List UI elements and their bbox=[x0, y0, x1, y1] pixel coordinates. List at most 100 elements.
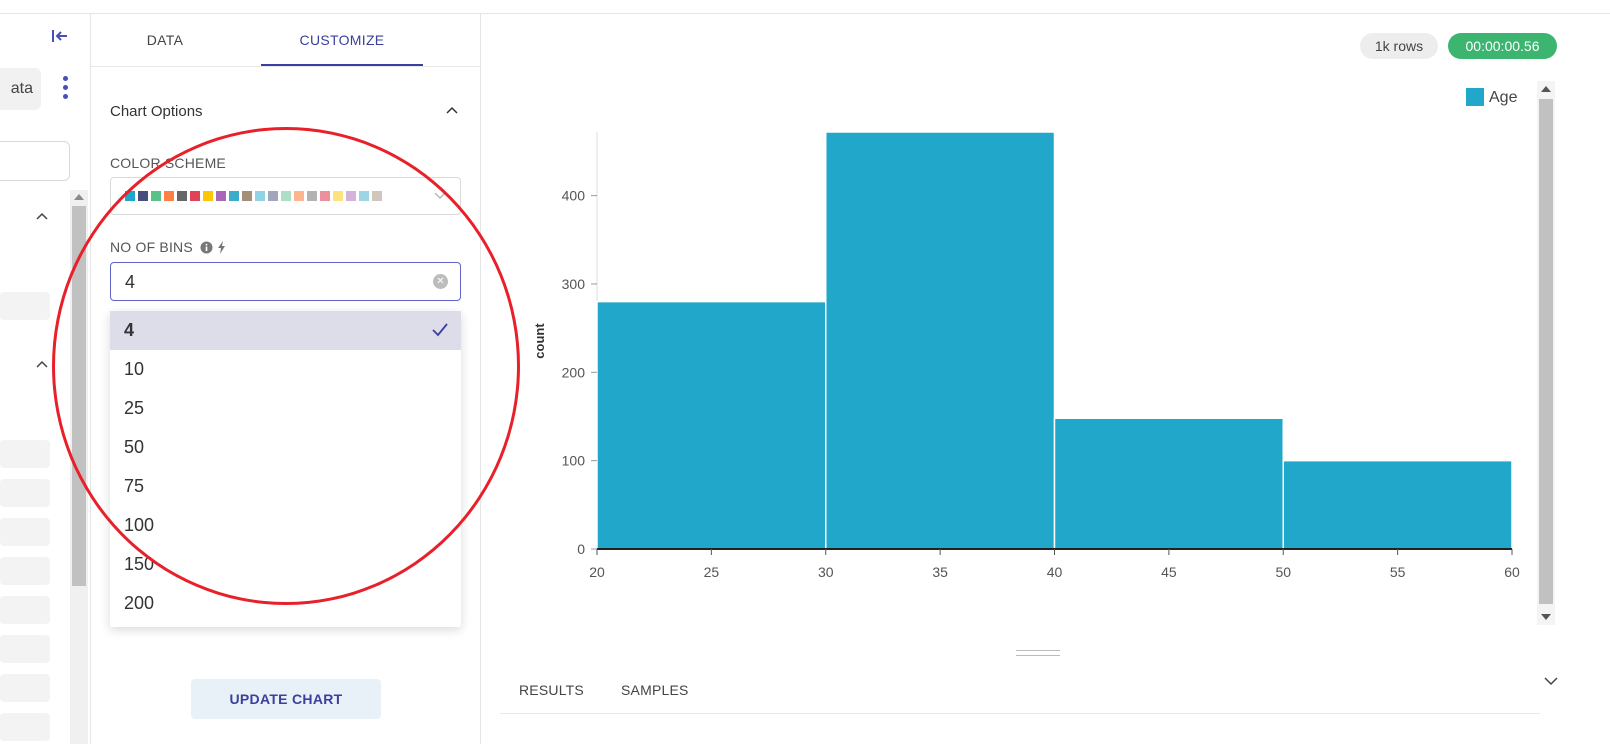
tab-samples[interactable]: SAMPLES bbox=[621, 682, 689, 698]
legend-swatch bbox=[1466, 88, 1484, 106]
chevron-up-icon[interactable] bbox=[36, 360, 48, 368]
collapse-panel-icon[interactable] bbox=[51, 28, 69, 44]
list-item[interactable] bbox=[0, 674, 50, 702]
color-swatch bbox=[294, 191, 304, 201]
list-item[interactable] bbox=[0, 518, 50, 546]
chart-options-title: Chart Options bbox=[110, 103, 203, 120]
color-swatch bbox=[151, 191, 161, 201]
x-tick-label: 30 bbox=[818, 564, 834, 580]
chevron-down-icon bbox=[434, 192, 446, 199]
tab-customize[interactable]: CUSTOMIZE bbox=[261, 14, 423, 66]
x-tick-label: 45 bbox=[1161, 564, 1177, 580]
settings-tabs: DATA CUSTOMIZE bbox=[91, 14, 480, 67]
color-swatch bbox=[372, 191, 382, 201]
bins-option-label: 200 bbox=[124, 593, 155, 613]
histogram-chart: 0 100 200 300 400 20 25 30 35 40 45 50 55 60 count Age bbox=[532, 88, 1520, 580]
color-swatch bbox=[229, 191, 239, 201]
dataset-button[interactable]: ata bbox=[0, 68, 41, 110]
list-item[interactable] bbox=[0, 635, 50, 663]
search-input[interactable] bbox=[0, 141, 70, 181]
bins-option-label: 4 bbox=[124, 320, 135, 340]
color-scheme-label: COLOR SCHEME bbox=[110, 155, 226, 171]
histogram-bar bbox=[596, 300, 827, 550]
results-tabs: RESULTS SAMPLES bbox=[500, 666, 1540, 714]
resize-handle[interactable] bbox=[1016, 650, 1060, 656]
y-tick-label: 200 bbox=[562, 364, 586, 380]
tab-results[interactable]: RESULTS bbox=[519, 682, 584, 698]
legend-label: Age bbox=[1489, 89, 1518, 106]
color-swatch bbox=[177, 191, 187, 201]
chart-area: 1k rows 00:00:00.56 0 100 200 300 400 20 25 30 3… bbox=[482, 14, 1610, 744]
update-chart-button[interactable]: UPDATE CHART bbox=[191, 679, 381, 719]
bins-input[interactable]: 4 ✕ bbox=[110, 262, 461, 301]
color-swatch bbox=[190, 191, 200, 201]
bins-option-label: 50 bbox=[124, 437, 145, 457]
more-options-icon[interactable] bbox=[58, 76, 72, 102]
color-swatch bbox=[320, 191, 330, 201]
x-tick-label: 20 bbox=[589, 564, 605, 580]
y-axis-label: count bbox=[532, 323, 547, 359]
chevron-down-icon[interactable] bbox=[1544, 676, 1558, 686]
color-swatch bbox=[255, 191, 265, 201]
bins-dropdown: 4 10 25 50 75 100 150 200 bbox=[110, 311, 461, 627]
x-tick-label: 35 bbox=[932, 564, 948, 580]
color-swatch bbox=[307, 191, 317, 201]
list-item[interactable] bbox=[0, 713, 50, 741]
lightning-icon bbox=[218, 241, 226, 254]
bins-option-label: 150 bbox=[124, 554, 155, 574]
color-swatch bbox=[216, 191, 226, 201]
y-tick-label: 100 bbox=[562, 453, 586, 469]
color-swatch bbox=[203, 191, 213, 201]
bins-option[interactable]: 150 bbox=[110, 545, 461, 584]
bins-option-label: 25 bbox=[124, 398, 145, 418]
histogram-bar bbox=[1053, 417, 1284, 550]
bins-option-label: 75 bbox=[124, 476, 145, 496]
bins-option[interactable]: 200 bbox=[110, 584, 461, 623]
color-swatches bbox=[125, 191, 382, 201]
y-tick-label: 0 bbox=[577, 541, 585, 557]
x-tick-label: 60 bbox=[1504, 564, 1520, 580]
bins-option[interactable]: 10 bbox=[110, 350, 461, 389]
list-item[interactable] bbox=[0, 596, 50, 624]
bins-input-value: 4 bbox=[125, 272, 136, 292]
y-tick-label: 400 bbox=[562, 188, 586, 204]
bins-option[interactable]: 100 bbox=[110, 506, 461, 545]
chart-scrollbar[interactable] bbox=[1537, 81, 1555, 625]
list-item[interactable] bbox=[0, 479, 50, 507]
chevron-up-icon[interactable] bbox=[446, 106, 458, 114]
bins-option[interactable]: 75 bbox=[110, 467, 461, 506]
x-tick-label: 55 bbox=[1390, 564, 1406, 580]
color-swatch bbox=[333, 191, 343, 201]
bins-option-label: 10 bbox=[124, 359, 145, 379]
dataset-panel: ata bbox=[0, 14, 91, 744]
color-swatch bbox=[164, 191, 174, 201]
color-swatch bbox=[281, 191, 291, 201]
tab-data[interactable]: DATA bbox=[111, 14, 219, 66]
color-swatch bbox=[125, 191, 135, 201]
color-swatch bbox=[242, 191, 252, 201]
bins-label: NO OF BINS bbox=[110, 239, 193, 255]
bins-option[interactable]: 25 bbox=[110, 389, 461, 428]
list-item[interactable] bbox=[0, 292, 50, 320]
histogram-bar bbox=[1282, 459, 1513, 550]
color-swatch bbox=[359, 191, 369, 201]
color-swatch bbox=[346, 191, 356, 201]
histogram-bar bbox=[825, 131, 1056, 550]
list-item[interactable] bbox=[0, 557, 50, 585]
checkmark-icon bbox=[432, 323, 448, 337]
list-item[interactable] bbox=[0, 440, 50, 468]
info-icon[interactable] bbox=[200, 241, 213, 254]
x-tick-label: 25 bbox=[704, 564, 720, 580]
bins-option[interactable]: 50 bbox=[110, 428, 461, 467]
query-time-badge: 00:00:00.56 bbox=[1448, 33, 1557, 59]
scrollbar[interactable] bbox=[70, 190, 88, 744]
chevron-up-icon[interactable] bbox=[36, 212, 48, 220]
bins-option-label: 100 bbox=[124, 515, 155, 535]
color-scheme-select[interactable] bbox=[110, 177, 461, 215]
y-tick-label: 300 bbox=[562, 276, 586, 292]
row-count-badge: 1k rows bbox=[1360, 33, 1438, 59]
chart-settings-panel: DATA CUSTOMIZE Chart Options COLOR SCHEM… bbox=[91, 14, 481, 744]
bins-option[interactable]: 4 bbox=[110, 311, 461, 350]
bins-label-row: NO OF BINS bbox=[110, 239, 226, 255]
clear-icon[interactable]: ✕ bbox=[433, 274, 448, 289]
